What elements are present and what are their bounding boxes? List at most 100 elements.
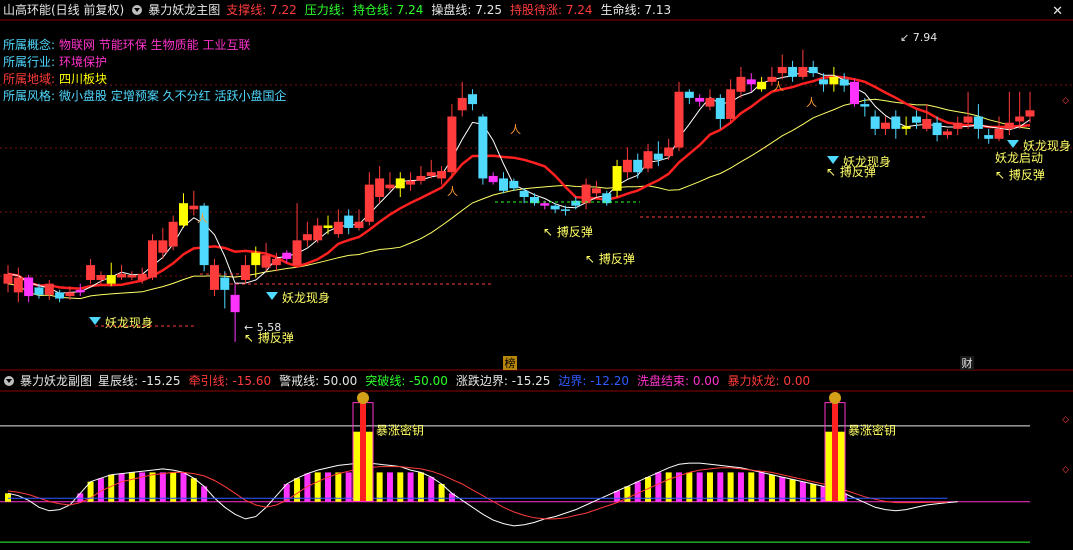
wash-bar: [397, 472, 404, 502]
candle-body: [478, 116, 488, 179]
wash-bar: [706, 472, 713, 502]
candle-body: [230, 294, 240, 313]
diamond-icon: [266, 292, 278, 300]
candle-body: [808, 66, 818, 74]
wash-bar: [799, 481, 806, 502]
runner-icon: 人: [806, 96, 817, 109]
candle-body: [302, 234, 312, 241]
candle-body: [137, 273, 147, 280]
candle-body: [932, 122, 942, 136]
candle-body: [622, 159, 632, 173]
candle-body: [509, 180, 519, 189]
candle-body: [612, 166, 622, 191]
wash-bar: [386, 472, 393, 502]
candle-body: [261, 255, 271, 268]
marker-bang: 榜: [505, 356, 516, 370]
candle-body: [519, 190, 529, 197]
rebound-label: ↖ 搏反弹: [826, 165, 876, 179]
candle-body: [829, 76, 839, 85]
candle-body: [354, 221, 364, 228]
candle-body: [715, 97, 725, 119]
candle-body: [571, 200, 581, 206]
candle-body: [850, 81, 860, 105]
wash-bar: [634, 481, 641, 502]
candle-body: [65, 292, 75, 297]
rebound-label: ↖ 搏反弹: [585, 252, 635, 266]
candle-body: [788, 66, 798, 77]
candle-body: [777, 66, 787, 74]
candle-body: [209, 265, 219, 290]
wash-bar: [314, 472, 321, 502]
candle-body: [591, 188, 601, 194]
candle-body: [984, 135, 994, 139]
wash-bar: [727, 472, 734, 502]
diamond-icon: [89, 317, 101, 325]
operate-line: [7, 70, 1031, 294]
runner-icon: 人: [510, 123, 521, 136]
signal-label: 妖龙启动: [995, 151, 1043, 165]
marker-cai: 财: [962, 356, 973, 370]
candle-body: [695, 97, 705, 102]
candle-body: [922, 118, 932, 129]
wash-bar: [149, 472, 156, 502]
candle-body: [911, 116, 921, 123]
candle-body: [664, 147, 674, 157]
money-bag-icon: [357, 391, 369, 404]
signal-text: 暴涨密钥: [376, 423, 424, 438]
wash-bar: [335, 472, 342, 502]
candle-body: [86, 265, 96, 280]
candle-body: [292, 240, 302, 266]
candle-body: [44, 283, 54, 295]
candle-body: [653, 153, 663, 160]
candle-body: [13, 277, 23, 293]
rebound-label: ↖ 搏反弹: [244, 331, 294, 345]
candle-body: [705, 97, 715, 107]
candle-body: [117, 273, 127, 278]
candle-body: [880, 122, 890, 129]
candle-body: [901, 126, 911, 129]
runner-icon: 人: [447, 185, 458, 198]
wash-bar: [686, 472, 693, 502]
wash-bar: [407, 472, 414, 502]
candle-body: [416, 175, 426, 181]
candle-body: [282, 252, 292, 259]
candle-body: [560, 209, 570, 211]
candle-body: [168, 221, 178, 247]
money-bag-icon: [829, 391, 841, 404]
wash-bar: [128, 472, 135, 502]
candle-body: [364, 184, 374, 222]
candle-body: [488, 175, 498, 183]
wash-bar: [376, 472, 383, 502]
wash-bar: [77, 493, 84, 502]
wash-bar: [717, 472, 724, 502]
candle-body: [746, 79, 756, 85]
signal-bar: [360, 402, 366, 502]
wash-bar: [417, 472, 424, 502]
candle-body: [798, 66, 808, 77]
candle-body: [385, 184, 395, 189]
rebound-label: ↖ 搏反弹: [543, 225, 593, 239]
wash-bar: [170, 472, 177, 502]
candle-body: [891, 116, 901, 129]
candle-body: [24, 277, 34, 297]
candle-body: [55, 292, 65, 299]
candle-body: [1025, 110, 1035, 117]
candle-body: [633, 159, 643, 173]
candle-body: [726, 89, 736, 119]
price-chart[interactable]: ↙ 7.94← 5.58妖龙现身妖龙现身妖龙现身妖龙现身妖龙启动↖ 搏反弹↖ 搏…: [0, 0, 1073, 550]
diamond-icon: [1007, 140, 1019, 148]
candle-body: [757, 81, 767, 90]
candle-body: [674, 91, 684, 148]
wash-bar: [758, 472, 765, 502]
runner-icon: 人: [773, 80, 784, 93]
candle-body: [148, 240, 158, 278]
candle-body: [942, 131, 952, 136]
candle-body: [839, 79, 849, 86]
wash-bar: [438, 484, 445, 502]
candle-body: [973, 116, 983, 129]
candle-body: [447, 116, 457, 173]
candle-body: [375, 178, 385, 197]
candle-body: [251, 252, 261, 266]
candle-body: [1015, 116, 1025, 122]
candle-body: [106, 275, 116, 284]
